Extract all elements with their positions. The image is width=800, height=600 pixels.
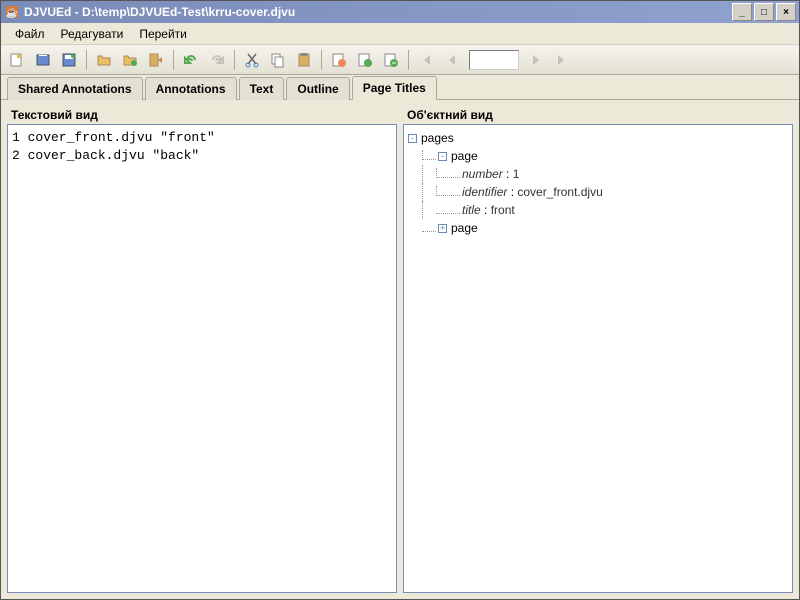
expand-icon[interactable]: - [438, 152, 447, 161]
tab-outline[interactable]: Outline [286, 77, 349, 100]
nav-next-button [524, 48, 548, 72]
folder-open-button[interactable] [92, 48, 116, 72]
open-button[interactable] [31, 48, 55, 72]
menu-go[interactable]: Перейти [131, 24, 195, 44]
tree-sep: : [503, 165, 513, 183]
page-add-button[interactable] [327, 48, 351, 72]
nav-last-button [550, 48, 574, 72]
copy-button[interactable] [266, 48, 290, 72]
tree-sep: : [481, 201, 491, 219]
paste-button[interactable] [292, 48, 316, 72]
page-new-button[interactable] [353, 48, 377, 72]
tab-annotations[interactable]: Annotations [145, 77, 237, 100]
save-button[interactable] [57, 48, 81, 72]
tab-shared-annotations[interactable]: Shared Annotations [7, 77, 143, 100]
tree-connector [436, 186, 460, 196]
toolbar-separator [173, 50, 174, 70]
app-window: ☕ DJVUEd - D:\temp\DJVUEd-Test\krru-cove… [0, 0, 800, 600]
toolbar-separator [86, 50, 87, 70]
app-icon: ☕ [4, 4, 20, 20]
tree-key: title [462, 201, 481, 219]
close-button[interactable]: × [776, 3, 796, 21]
export-button[interactable] [144, 48, 168, 72]
tabbar: Shared Annotations Annotations Text Outl… [1, 75, 799, 99]
text-view-body[interactable]: 1 cover_front.djvu "front"2 cover_back.d… [7, 124, 397, 593]
tree-connector [422, 183, 436, 201]
tree-leaf-identifier[interactable]: identifier : cover_front.djvu [408, 183, 788, 201]
tree-label: page [451, 147, 478, 165]
window-title: DJVUEd - D:\temp\DJVUEd-Test\krru-cover.… [24, 5, 732, 19]
undo-button[interactable] [179, 48, 203, 72]
toolbar-separator [321, 50, 322, 70]
menu-edit[interactable]: Редагувати [53, 24, 132, 44]
tab-page-titles[interactable]: Page Titles [352, 76, 437, 100]
nav-first-button [414, 48, 438, 72]
toolbar-separator [234, 50, 235, 70]
window-controls: _ □ × [732, 3, 796, 21]
expand-icon[interactable]: - [408, 134, 417, 143]
object-view-header: Об'єктний вид [403, 106, 793, 124]
text-view-panel: Текстовий вид 1 cover_front.djvu "front"… [7, 106, 397, 593]
tree-label: pages [421, 129, 454, 147]
nav-prev-button [440, 48, 464, 72]
menu-file[interactable]: Файл [7, 24, 53, 44]
tree-view: - pages - page number : 1 [408, 129, 788, 237]
page-number-field[interactable] [469, 50, 519, 70]
object-view-body[interactable]: - pages - page number : 1 [403, 124, 793, 593]
tree-connector [436, 168, 460, 178]
tree-node-pages[interactable]: - pages [408, 129, 788, 147]
tree-value: cover_front.djvu [517, 183, 602, 201]
collapse-icon[interactable]: + [438, 224, 447, 233]
tree-connector [422, 165, 436, 183]
tree-node-page[interactable]: + page [408, 219, 788, 237]
minimize-button[interactable]: _ [732, 3, 752, 21]
text-view-header: Текстовий вид [7, 106, 397, 124]
tree-node-page[interactable]: - page [408, 147, 788, 165]
menubar: Файл Редагувати Перейти [1, 23, 799, 45]
tree-label: page [451, 219, 478, 237]
page-link-button[interactable] [379, 48, 403, 72]
new-button[interactable] [5, 48, 29, 72]
object-view-panel: Об'єктний вид - pages - page n [403, 106, 793, 593]
titlebar: ☕ DJVUEd - D:\temp\DJVUEd-Test\krru-cove… [1, 1, 799, 23]
tree-connector [422, 222, 436, 232]
toolbar [1, 45, 799, 75]
text-view-content: 1 cover_front.djvu "front"2 cover_back.d… [12, 129, 392, 165]
tree-leaf-title[interactable]: title : front [408, 201, 788, 219]
tree-value: front [491, 201, 515, 219]
tree-connector [422, 201, 436, 219]
redo-button [205, 48, 229, 72]
maximize-button[interactable]: □ [754, 3, 774, 21]
toolbar-separator [408, 50, 409, 70]
text-line: 1 cover_front.djvu "front" [12, 129, 392, 147]
text-line: 2 cover_back.djvu "back" [12, 147, 392, 165]
tree-sep: : [507, 183, 517, 201]
tree-connector [436, 204, 460, 214]
tree-connector [422, 150, 436, 160]
tree-leaf-number[interactable]: number : 1 [408, 165, 788, 183]
content-area: Текстовий вид 1 cover_front.djvu "front"… [1, 99, 799, 599]
tree-value: 1 [513, 165, 520, 183]
folder-save-button[interactable] [118, 48, 142, 72]
tree-key: identifier [462, 183, 507, 201]
tab-text[interactable]: Text [239, 77, 285, 100]
cut-button[interactable] [240, 48, 264, 72]
svg-text:☕: ☕ [6, 6, 18, 19]
tree-key: number [462, 165, 503, 183]
